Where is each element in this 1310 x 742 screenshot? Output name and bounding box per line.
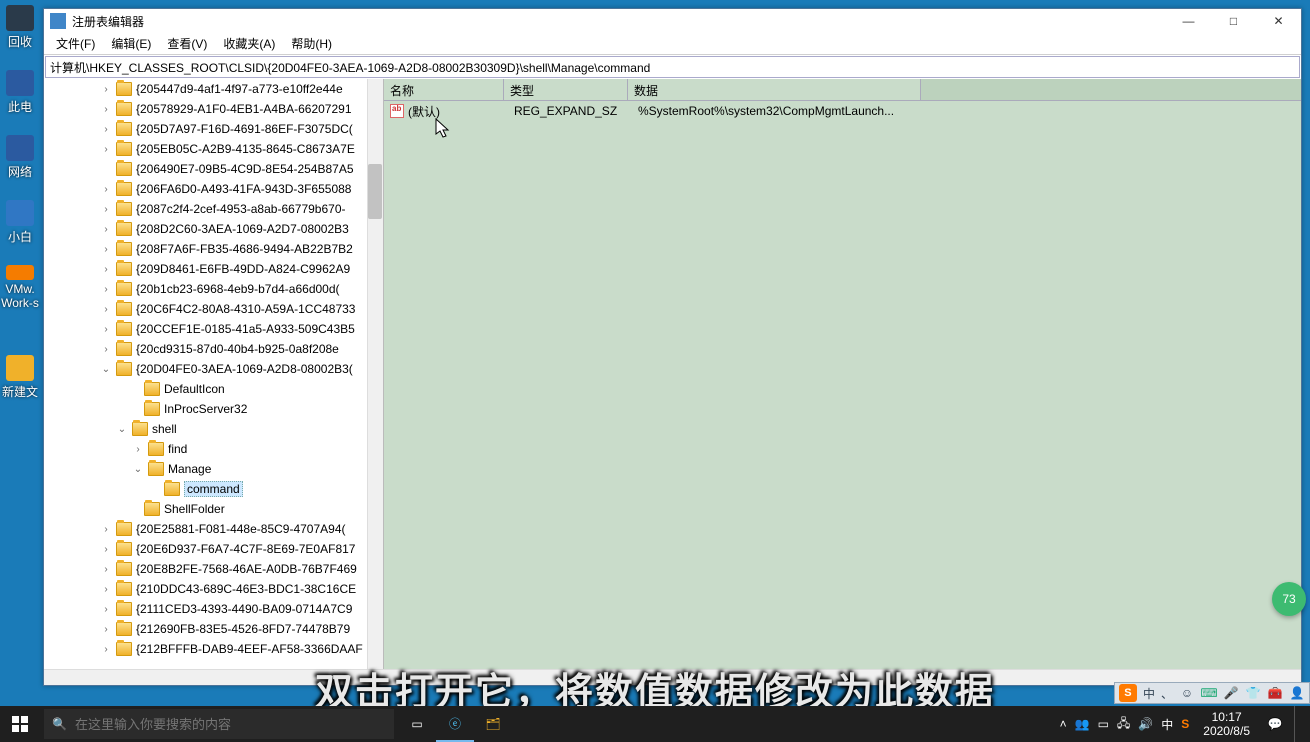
tray-chevron-icon[interactable]: ˄: [1060, 717, 1067, 731]
taskbar: 🔍 ▭ ⓔ 🗂 ˄ 👥 ▭ 🖧 🔊 中 S 10:17 2020/8/5 💬: [0, 706, 1310, 742]
tree-node-expanded[interactable]: ⌄{20D04FE0-3AEA-1069-A2D8-08002B3(: [44, 359, 383, 379]
tree-node[interactable]: ›{212BFFFB-DAB9-4EEF-AF58-3366DAAF: [44, 639, 383, 659]
tree-node[interactable]: ›{2111CED3-4393-4490-BA09-0714A7C9: [44, 599, 383, 619]
search-input[interactable]: [75, 717, 386, 732]
user-icon[interactable]: 👤: [1289, 685, 1305, 701]
clock-time: 10:17: [1203, 710, 1250, 724]
tree-node-find[interactable]: ›find: [44, 439, 383, 459]
floating-badge[interactable]: 73: [1272, 582, 1306, 616]
tree-node[interactable]: ›{205D7A97-F16D-4691-86EF-F3075DC(: [44, 119, 383, 139]
system-tray[interactable]: ˄ 👥 ▭ 🖧 🔊 中 S: [1052, 714, 1198, 735]
menu-favorites[interactable]: 收藏夹(A): [215, 33, 283, 54]
ime-punct-label[interactable]: 、: [1161, 685, 1173, 702]
smiley-icon[interactable]: ☺: [1179, 685, 1195, 701]
tray-people-icon[interactable]: 👥: [1075, 717, 1090, 731]
show-desktop-button[interactable]: [1294, 706, 1310, 742]
tree-node-manage[interactable]: ⌄Manage: [44, 459, 383, 479]
search-icon: 🔍: [52, 717, 67, 731]
tree-panel: ›{205447d9-4af1-4f97-a773-e10ff2e44e ›{2…: [44, 79, 384, 669]
sogou-ime-icon[interactable]: S: [1119, 684, 1137, 702]
toolbox-icon[interactable]: 🧰: [1267, 685, 1283, 701]
minimize-button[interactable]: —: [1166, 9, 1211, 33]
tree-node-shell[interactable]: ⌄shell: [44, 419, 383, 439]
value-row-default[interactable]: (默认) REG_EXPAND_SZ %SystemRoot%\system32…: [384, 101, 1301, 121]
desktop-icon-network[interactable]: 网络: [0, 130, 40, 180]
desktop-icon-app1[interactable]: 小白: [0, 195, 40, 245]
tray-battery-icon[interactable]: ▭: [1098, 717, 1109, 731]
menu-view[interactable]: 查看(V): [159, 33, 215, 54]
regedit-window: 注册表编辑器 — □ ✕ 文件(F) 编辑(E) 查看(V) 收藏夹(A) 帮助…: [43, 8, 1302, 686]
tree-node[interactable]: ›{20cd9315-87d0-40b4-b925-0a8f208e: [44, 339, 383, 359]
tree-node[interactable]: ›{20E8B2FE-7568-46AE-A0DB-76B7F469: [44, 559, 383, 579]
task-view-button[interactable]: ▭: [398, 706, 436, 742]
titlebar: 注册表编辑器 — □ ✕: [44, 9, 1301, 33]
values-body[interactable]: (默认) REG_EXPAND_SZ %SystemRoot%\system32…: [384, 101, 1301, 669]
tree-node[interactable]: ›{208F7A6F-FB35-4686-9494-AB22B7B2: [44, 239, 383, 259]
tray-volume-icon[interactable]: 🔊: [1138, 717, 1153, 731]
taskbar-clock[interactable]: 10:17 2020/8/5: [1197, 710, 1256, 739]
tree-node[interactable]: ›{208D2C60-3AEA-1069-A2D7-08002B3: [44, 219, 383, 239]
tree-node[interactable]: ›{212690FB-83E5-4526-8FD7-74478B79: [44, 619, 383, 639]
tray-ime-indicator[interactable]: 中: [1161, 716, 1173, 733]
tree-node[interactable]: ›{20b1cb23-6968-4eb9-b7d4-a66d00d(: [44, 279, 383, 299]
tray-sogou-icon[interactable]: S: [1181, 717, 1189, 731]
tree-node[interactable]: {206490E7-09B5-4C9D-8E54-254B87A5: [44, 159, 383, 179]
taskbar-explorer-icon[interactable]: 🗂: [474, 706, 512, 742]
col-header-type[interactable]: 类型: [504, 79, 628, 100]
desktop-icon-thispc[interactable]: 此电: [0, 65, 40, 115]
value-data: %SystemRoot%\system32\CompMgmtLaunch...: [638, 104, 1301, 118]
tree-node[interactable]: ›{209D8461-E6FB-49DD-A824-C9962A9: [44, 259, 383, 279]
tree-node-command[interactable]: command: [44, 479, 383, 499]
ime-lang-label[interactable]: 中: [1143, 685, 1155, 702]
tree-node[interactable]: ›{2087c2f4-2cef-4953-a8ab-66779b670-: [44, 199, 383, 219]
tree-node-inprocserver[interactable]: InProcServer32: [44, 399, 383, 419]
address-path: 计算机\HKEY_CLASSES_ROOT\CLSID\{20D04FE0-3A…: [50, 59, 650, 76]
desktop-icon-recycle[interactable]: 回收: [0, 0, 40, 50]
tree-node[interactable]: ›{210DDC43-689C-46E3-BDC1-38C16CE: [44, 579, 383, 599]
values-header: 名称 类型 数据: [384, 79, 1301, 101]
window-title: 注册表编辑器: [72, 13, 1166, 30]
ime-toolbar[interactable]: S 中 、 ☺ ⌨ 🎤 👕 🧰 👤: [1114, 682, 1310, 704]
values-panel: 名称 类型 数据 (默认) REG_EXPAND_SZ %SystemRoot%…: [384, 79, 1301, 669]
start-button[interactable]: [0, 706, 40, 742]
action-center-button[interactable]: 💬: [1256, 706, 1294, 742]
keyboard-icon[interactable]: ⌨: [1201, 685, 1217, 701]
tree-node-shellfolder[interactable]: ShellFolder: [44, 499, 383, 519]
value-name: (默认): [408, 103, 514, 120]
col-header-data[interactable]: 数据: [628, 79, 921, 100]
col-header-extra[interactable]: [921, 79, 1301, 100]
tree-node[interactable]: ›{20E6D937-F6A7-4C7F-8E69-7E0AF817: [44, 539, 383, 559]
app-icon: [50, 13, 66, 29]
tree-node[interactable]: ›{206FA6D0-A493-41FA-943D-3F655088: [44, 179, 383, 199]
menu-file[interactable]: 文件(F): [48, 33, 103, 54]
skin-icon[interactable]: 👕: [1245, 685, 1261, 701]
desktop-icon-newfolder[interactable]: 新建文: [0, 350, 40, 400]
tree-node[interactable]: ›{20578929-A1F0-4EB1-A4BA-66207291: [44, 99, 383, 119]
main-split: ›{205447d9-4af1-4f97-a773-e10ff2e44e ›{2…: [44, 79, 1301, 669]
desktop-icons: 回收 此电 网络 小白 VMw. Work-s 新建文: [0, 0, 43, 700]
tree-node[interactable]: ›{205EB05C-A2B9-4135-8645-C8673A7E: [44, 139, 383, 159]
maximize-button[interactable]: □: [1211, 9, 1256, 33]
tree-vertical-scrollbar[interactable]: [367, 79, 383, 669]
clock-date: 2020/8/5: [1203, 724, 1250, 738]
tree-node[interactable]: ›{20C6F4C2-80A8-4310-A59A-1CC48733: [44, 299, 383, 319]
taskbar-ie-icon[interactable]: ⓔ: [436, 706, 474, 742]
menu-help[interactable]: 帮助(H): [283, 33, 340, 54]
tray-network-icon[interactable]: 🖧: [1117, 714, 1130, 735]
address-bar[interactable]: 计算机\HKEY_CLASSES_ROOT\CLSID\{20D04FE0-3A…: [45, 56, 1300, 78]
tree-node[interactable]: ›{20CCEF1E-0185-41a5-A933-509C43B5: [44, 319, 383, 339]
tree-node-defaulticon[interactable]: DefaultIcon: [44, 379, 383, 399]
col-header-name[interactable]: 名称: [384, 79, 504, 100]
taskbar-search[interactable]: 🔍: [44, 709, 394, 739]
close-button[interactable]: ✕: [1256, 9, 1301, 33]
menubar: 文件(F) 编辑(E) 查看(V) 收藏夹(A) 帮助(H): [44, 33, 1301, 55]
string-value-icon: [390, 104, 404, 118]
value-type: REG_EXPAND_SZ: [514, 104, 638, 118]
menu-edit[interactable]: 编辑(E): [103, 33, 159, 54]
desktop-icon-vmware[interactable]: VMw. Work-s: [0, 260, 40, 310]
tree-node[interactable]: ›{205447d9-4af1-4f97-a773-e10ff2e44e: [44, 79, 383, 99]
mic-icon[interactable]: 🎤: [1223, 685, 1239, 701]
tree-node[interactable]: ›{20E25881-F081-448e-85C9-4707A94(: [44, 519, 383, 539]
